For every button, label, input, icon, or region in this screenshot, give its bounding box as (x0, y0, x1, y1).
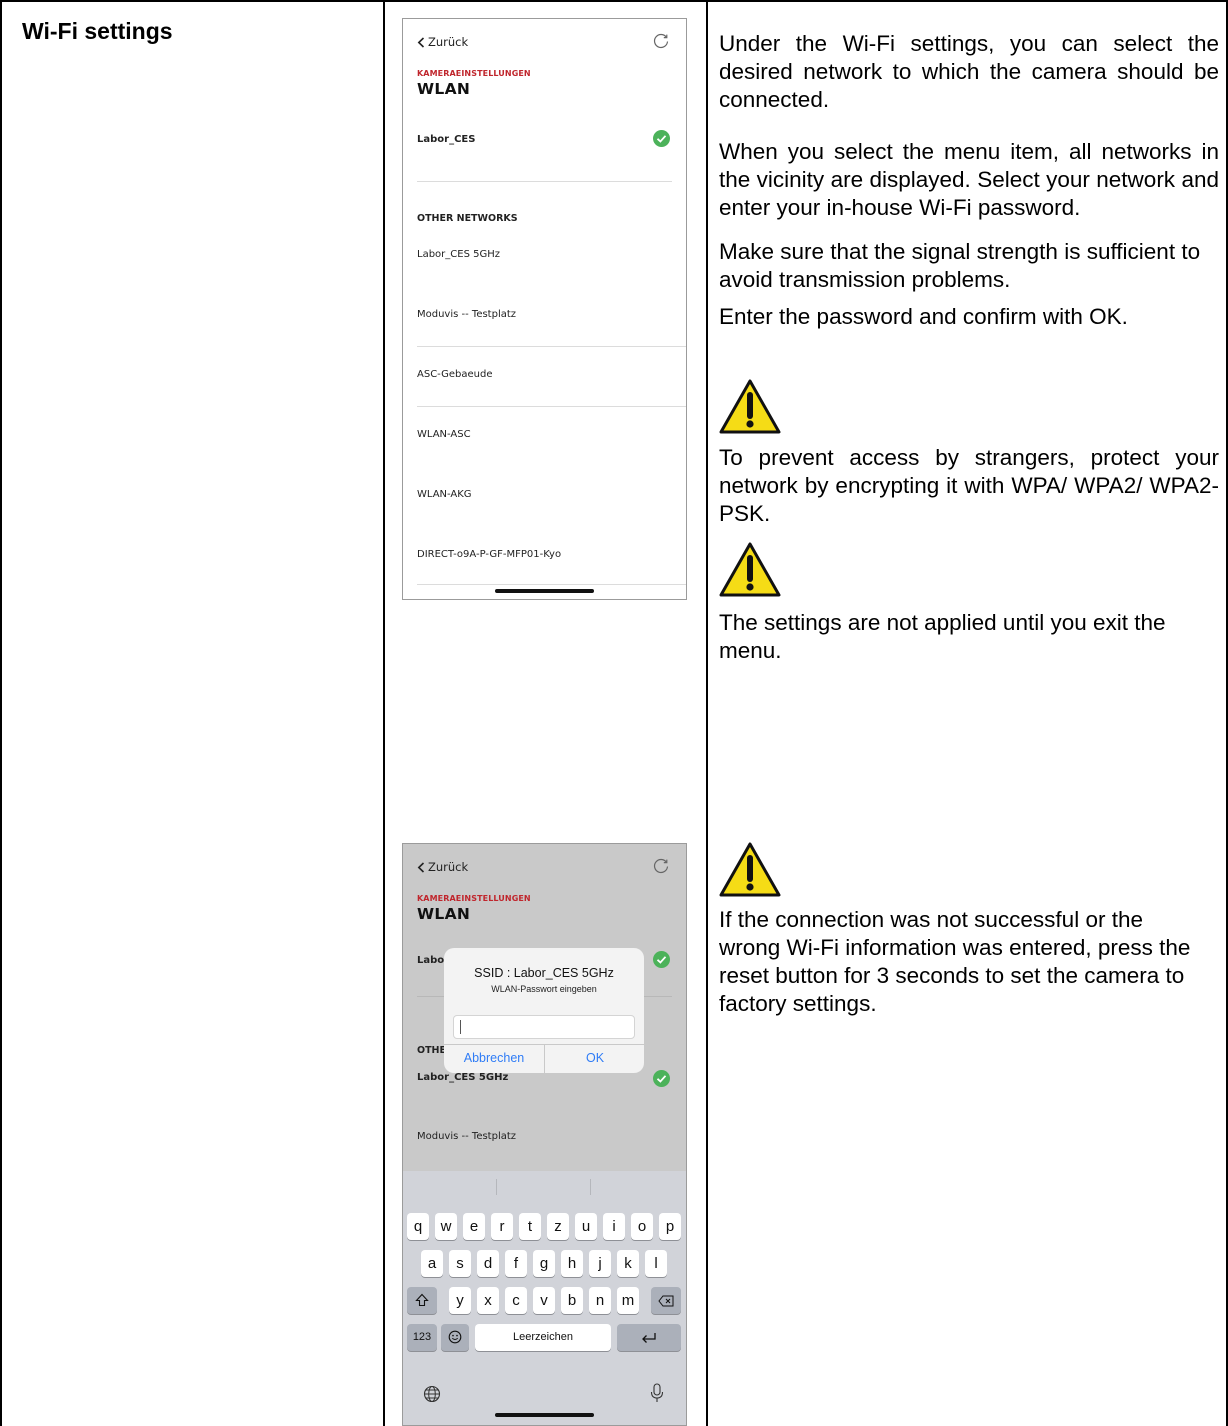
cancel-button[interactable]: Abbrechen (444, 1044, 544, 1073)
wlan-password-screenshot: Zurück KAMERAEINSTELLUNGEN WLAN Labo OTH… (402, 843, 687, 1426)
password-dialog: SSID : Labor_CES 5GHz WLAN-Passwort eing… (444, 948, 644, 1073)
keyboard: q w e r t z u i o p a s d f g h j k l y … (403, 1171, 686, 1425)
shift-icon (415, 1293, 429, 1307)
selected-network[interactable]: Labor_CES 5GHz (417, 1072, 508, 1083)
section-title: Wi-Fi settings (22, 18, 173, 44)
back-label: Zurück (428, 35, 469, 49)
shift-key[interactable] (407, 1287, 437, 1314)
warning-encryption: To prevent access by strangers, protect … (719, 445, 1219, 526)
key-j[interactable]: j (589, 1250, 611, 1277)
connected-network[interactable]: Labo (417, 955, 444, 966)
divider (417, 584, 686, 585)
return-key[interactable] (617, 1324, 681, 1351)
chevron-left-icon (417, 36, 425, 48)
key-x[interactable]: x (477, 1287, 499, 1314)
back-button[interactable]: Zurück (417, 35, 468, 49)
key-h[interactable]: h (561, 1250, 583, 1277)
key-c[interactable]: c (505, 1287, 527, 1314)
globe-icon[interactable] (423, 1385, 441, 1403)
ok-button[interactable]: OK (545, 1044, 644, 1073)
page-title: WLAN (417, 80, 471, 98)
key-k[interactable]: k (617, 1250, 639, 1277)
back-button[interactable]: Zurück (417, 860, 468, 874)
other-networks-header: OTHER NETWORKS (417, 213, 518, 224)
key-z[interactable]: z (547, 1213, 569, 1240)
key-r[interactable]: r (491, 1213, 513, 1240)
numbers-key[interactable]: 123 (407, 1324, 437, 1351)
network-item[interactable]: Moduvis -- Testplatz (417, 1131, 516, 1142)
dialog-subtitle: WLAN-Passwort eingeben (491, 984, 597, 994)
return-icon (642, 1333, 656, 1343)
warning-icon (719, 842, 781, 897)
key-b[interactable]: b (561, 1287, 583, 1314)
password-input[interactable] (453, 1015, 635, 1039)
warning-icon (719, 379, 781, 434)
key-q[interactable]: q (407, 1213, 429, 1240)
key-g[interactable]: g (533, 1250, 555, 1277)
key-w[interactable]: w (435, 1213, 457, 1240)
network-item[interactable]: DIRECT-o9A-P-GF-MFP01-Kyo (417, 549, 561, 560)
key-s[interactable]: s (449, 1250, 471, 1277)
space-key[interactable]: Leerzeichen (475, 1324, 611, 1351)
refresh-icon[interactable] (652, 32, 670, 50)
wlan-screenshot: Zurück KAMERAEINSTELLUNGEN WLAN Labor_CE… (402, 18, 687, 600)
key-l[interactable]: l (645, 1250, 667, 1277)
key-d[interactable]: d (477, 1250, 499, 1277)
warning-reset: If the connection was not successful or … (719, 907, 1191, 1016)
key-p[interactable]: p (659, 1213, 681, 1240)
backspace-icon (658, 1295, 674, 1307)
divider (417, 346, 686, 347)
key-o[interactable]: o (631, 1213, 653, 1240)
key-a[interactable]: a (421, 1250, 443, 1277)
suggestion-divider (496, 1179, 497, 1195)
warning-icon (719, 542, 781, 597)
key-y[interactable]: y (449, 1287, 471, 1314)
divider (417, 181, 672, 182)
text-caret (460, 1020, 461, 1034)
divider (417, 406, 686, 407)
check-icon (653, 951, 670, 968)
paragraph-confirm: Enter the password and confirm with OK. (719, 304, 1128, 329)
key-t[interactable]: t (519, 1213, 541, 1240)
key-f[interactable]: f (505, 1250, 527, 1277)
suggestion-divider (590, 1179, 591, 1195)
category-label: KAMERAEINSTELLUNGEN (417, 69, 531, 78)
check-icon (653, 1070, 670, 1087)
column-divider-2 (706, 0, 708, 1426)
emoji-key[interactable] (441, 1324, 469, 1351)
key-i[interactable]: i (603, 1213, 625, 1240)
delete-key[interactable] (651, 1287, 681, 1314)
paragraph-networks-displayed: When you select the menu item, all netwo… (719, 139, 1219, 220)
home-indicator (495, 589, 594, 593)
paragraph-network-selection: Under the Wi-Fi settings, you can select… (719, 31, 1219, 112)
connected-network[interactable]: Labor_CES (417, 134, 475, 145)
table-top-border (0, 0, 1228, 2)
network-item[interactable]: Moduvis -- Testplatz (417, 309, 516, 320)
column-divider-1 (383, 0, 385, 1426)
network-item[interactable]: Labor_CES 5GHz (417, 249, 500, 260)
refresh-icon[interactable] (652, 857, 670, 875)
paragraph-signal-strength: Make sure that the signal strength is su… (719, 239, 1201, 292)
microphone-icon[interactable] (650, 1383, 664, 1403)
network-item[interactable]: ASC-Gebaeude (417, 369, 493, 380)
warning-settings-applied: The settings are not applied until you e… (719, 610, 1166, 663)
dialog-title: SSID : Labor_CES 5GHz (474, 966, 614, 980)
emoji-icon (448, 1330, 462, 1344)
table-left-border (0, 0, 2, 1426)
network-item[interactable]: WLAN-AKG (417, 489, 472, 500)
key-e[interactable]: e (463, 1213, 485, 1240)
network-item[interactable]: WLAN-ASC (417, 429, 471, 440)
key-u[interactable]: u (575, 1213, 597, 1240)
check-icon (653, 130, 670, 147)
category-label: KAMERAEINSTELLUNGEN (417, 894, 531, 903)
suggestion-bar (403, 1171, 686, 1203)
back-label: Zurück (428, 860, 469, 874)
key-n[interactable]: n (589, 1287, 611, 1314)
page-title: WLAN (417, 905, 471, 923)
key-m[interactable]: m (617, 1287, 639, 1314)
key-v[interactable]: v (533, 1287, 555, 1314)
home-indicator (495, 1413, 594, 1417)
chevron-left-icon (417, 861, 425, 873)
other-networks-header: OTHE (417, 1045, 446, 1056)
